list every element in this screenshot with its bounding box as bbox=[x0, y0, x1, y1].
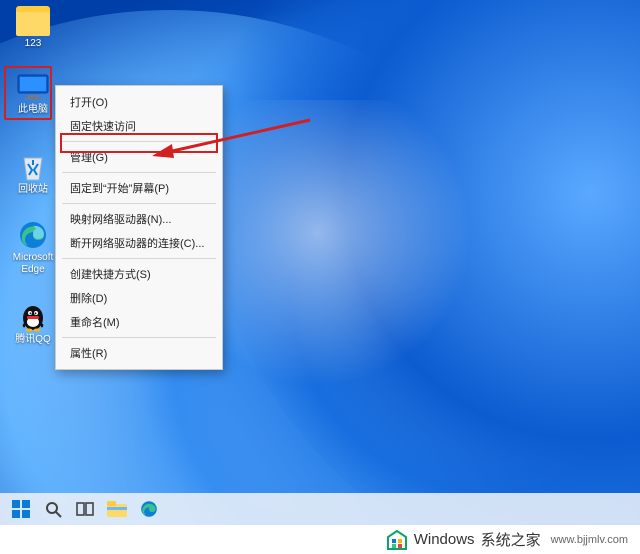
context-menu-item-delete[interactable]: 删除(D) bbox=[56, 286, 222, 310]
edge-icon bbox=[16, 220, 50, 250]
context-menu: 打开(O) 固定快速访问 管理(G) 固定到“开始”屏幕(P) 映射网络驱动器(… bbox=[55, 85, 223, 370]
context-menu-item-map-drive[interactable]: 映射网络驱动器(N)... bbox=[56, 207, 222, 231]
desktop-icon-label: 回收站 bbox=[6, 184, 60, 196]
taskbar-start-button[interactable] bbox=[10, 498, 32, 520]
recycle-bin-icon bbox=[16, 152, 50, 182]
desktop-icon-recycle-bin[interactable]: 回收站 bbox=[6, 152, 60, 196]
desktop-icon-label: 此电脑 bbox=[6, 104, 60, 116]
taskbar-task-view-button[interactable] bbox=[74, 498, 96, 520]
watermark-brand-sub: 系统之家 bbox=[481, 529, 541, 550]
taskbar-search-button[interactable] bbox=[42, 498, 64, 520]
watermark-footer: Windows 系统之家 www.bjjmlv.com bbox=[0, 525, 640, 554]
desktop-icon-edge[interactable]: Microsoft Edge bbox=[6, 220, 60, 276]
taskbar bbox=[0, 493, 640, 525]
desktop-icon-label: Microsoft Edge bbox=[6, 252, 60, 276]
context-menu-separator bbox=[62, 141, 216, 142]
context-menu-separator bbox=[62, 203, 216, 204]
folder-icon bbox=[16, 6, 50, 36]
context-menu-separator bbox=[62, 337, 216, 338]
context-menu-item-manage[interactable]: 管理(G) bbox=[56, 145, 222, 169]
watermark-brand-text: Windows bbox=[414, 531, 475, 548]
taskbar-edge-button[interactable] bbox=[138, 498, 160, 520]
watermark-url: www.bjjmlv.com bbox=[551, 534, 628, 546]
context-menu-item-disconnect-drive[interactable]: 断开网络驱动器的连接(C)... bbox=[56, 231, 222, 255]
context-menu-separator bbox=[62, 258, 216, 259]
context-menu-item-pin-start[interactable]: 固定到“开始”屏幕(P) bbox=[56, 176, 222, 200]
taskbar-explorer-button[interactable] bbox=[106, 498, 128, 520]
qq-icon bbox=[16, 302, 50, 332]
context-menu-item-open[interactable]: 打开(O) bbox=[56, 90, 222, 114]
desktop-icon-label: 腾讯QQ bbox=[6, 334, 60, 346]
desktop-icon-label: 123 bbox=[6, 38, 60, 50]
context-menu-item-pin-quick-access[interactable]: 固定快速访问 bbox=[56, 114, 222, 138]
desktop-icon-folder-123[interactable]: 123 bbox=[6, 6, 60, 50]
context-menu-item-create-shortcut[interactable]: 创建快捷方式(S) bbox=[56, 262, 222, 286]
desktop-icon-qq[interactable]: 腾讯QQ bbox=[6, 302, 60, 346]
context-menu-item-rename[interactable]: 重命名(M) bbox=[56, 310, 222, 334]
this-pc-icon bbox=[16, 72, 50, 102]
watermark-brand: Windows 系统之家 bbox=[386, 529, 541, 551]
context-menu-separator bbox=[62, 172, 216, 173]
desktop-icon-this-pc[interactable]: 此电脑 bbox=[6, 72, 60, 116]
context-menu-item-properties[interactable]: 属性(R) bbox=[56, 341, 222, 365]
desktop: 123 此电脑 回收站 bbox=[0, 0, 640, 554]
watermark-logo-icon bbox=[386, 529, 408, 551]
